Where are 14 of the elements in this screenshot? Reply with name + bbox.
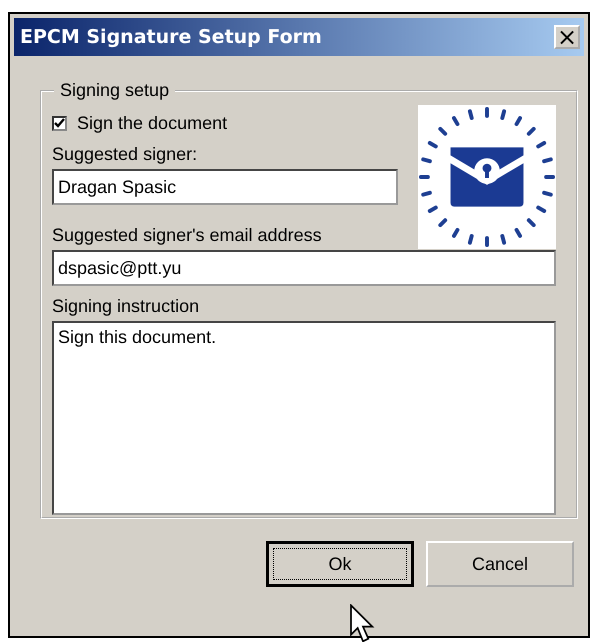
instruction-label: Signing instruction [52, 296, 200, 317]
instruction-field[interactable]: Sign this document. [52, 321, 556, 515]
cancel-button[interactable]: Cancel [426, 541, 574, 587]
email-label: Suggested signer's email address [52, 225, 323, 246]
ok-button[interactable]: Ok [266, 541, 414, 587]
window-title: EPCM Signature Setup Form [20, 26, 322, 48]
signer-field[interactable]: Dragan Spasic [52, 169, 398, 205]
email-field[interactable]: dspasic@ptt.yu [52, 250, 556, 286]
sign-checkbox[interactable] [52, 116, 67, 131]
signer-label: Suggested signer: [52, 144, 198, 165]
envelope-lock-icon [418, 105, 556, 249]
group-label: Signing setup [59, 80, 170, 101]
close-button[interactable]: × [554, 25, 580, 49]
checkbox-label: Sign the document [77, 113, 228, 134]
